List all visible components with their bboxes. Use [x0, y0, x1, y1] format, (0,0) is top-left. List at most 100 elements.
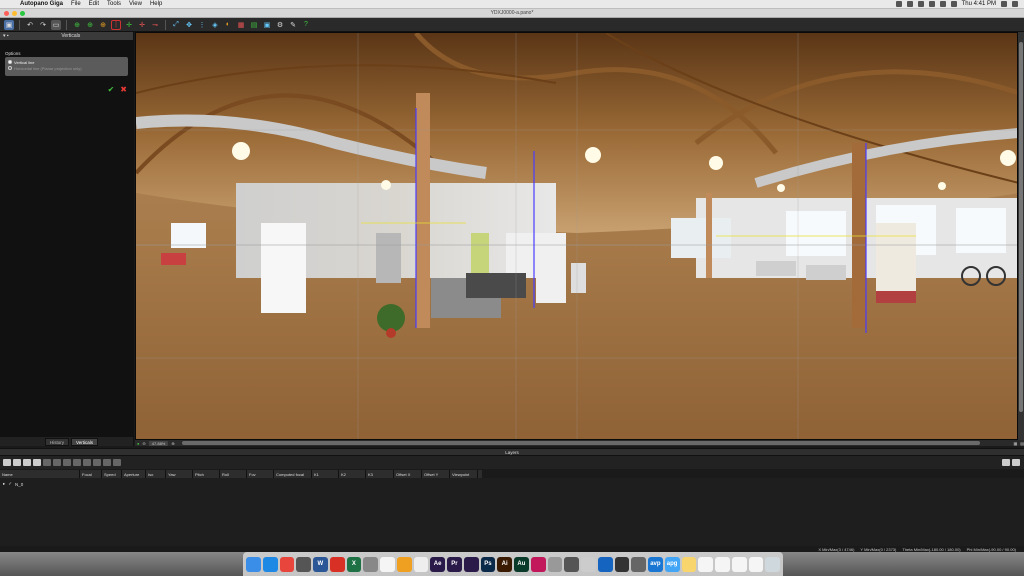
layer-tool-icon[interactable] — [63, 459, 71, 466]
file2-icon[interactable] — [715, 556, 730, 572]
layer-tool-icon[interactable] — [53, 459, 61, 466]
wifi-icon[interactable] — [928, 1, 935, 7]
col-yaw[interactable]: Yaw — [166, 470, 193, 478]
redo-icon[interactable]: ↷ — [38, 20, 48, 30]
status-icon[interactable] — [906, 1, 913, 7]
tab-history[interactable]: History — [44, 438, 69, 446]
apg-icon[interactable]: apg — [664, 556, 680, 572]
document-icon[interactable] — [413, 556, 429, 572]
globe-icon[interactable] — [597, 556, 613, 572]
autopano-icon[interactable] — [396, 556, 412, 572]
layer-tool-icon[interactable] — [13, 459, 21, 466]
settings-icon[interactable] — [363, 556, 378, 572]
excel-icon[interactable]: X — [346, 556, 362, 572]
col-computed-focal[interactable]: Computed focal — [274, 470, 312, 478]
crosshair-icon[interactable]: ⊕ — [72, 20, 82, 30]
table-row[interactable]: ▸ ✓ N_0 — [0, 480, 200, 488]
audition-icon[interactable]: Au — [514, 556, 529, 572]
menu-edit[interactable]: Edit — [89, 1, 99, 7]
layer-tool-icon[interactable] — [103, 459, 111, 466]
layer-view-icon[interactable] — [1012, 459, 1020, 466]
file-icon[interactable] — [698, 556, 713, 572]
davinci-icon[interactable] — [530, 556, 546, 572]
radio-icon[interactable] — [8, 66, 12, 70]
col-k3[interactable]: K3 — [366, 470, 394, 478]
control-points-icon[interactable]: ⊕ — [98, 20, 108, 30]
volume-icon[interactable] — [939, 1, 946, 7]
menu-view[interactable]: View — [129, 1, 142, 7]
col-name[interactable]: Name — [0, 470, 80, 478]
viewer-icon[interactable] — [564, 556, 579, 572]
layer-tool-icon[interactable] — [113, 459, 121, 466]
zoom-field[interactable]: 47.88% — [148, 440, 169, 446]
avp-icon[interactable]: avp — [648, 556, 663, 572]
list-view-icon[interactable]: ▤ — [1020, 441, 1024, 446]
aftereffects-icon[interactable]: Ae — [430, 556, 445, 572]
grid-view-icon[interactable]: ▦ — [1013, 441, 1017, 446]
checkmark-icon[interactable]: ✔ — [108, 85, 115, 94]
camera-icon[interactable] — [614, 556, 630, 572]
preview-icon[interactable]: ▣ — [262, 20, 272, 30]
layer-view-icon[interactable] — [1002, 459, 1010, 466]
layer-tool-icon[interactable] — [93, 459, 101, 466]
premiere-icon[interactable]: Pr — [447, 556, 462, 572]
layer-tool-icon[interactable] — [33, 459, 41, 466]
pdf-icon[interactable] — [329, 556, 345, 572]
col-offset-y[interactable]: Offset Y — [422, 470, 450, 478]
photoshop-icon[interactable]: Ps — [480, 556, 496, 572]
verticals-tool-icon[interactable]: | — [111, 19, 121, 30]
battery-icon[interactable] — [950, 1, 957, 7]
layer-tool-icon[interactable] — [83, 459, 91, 466]
viewport-horizontal-scrollbar[interactable] — [181, 441, 981, 445]
col-k2[interactable]: K2 — [339, 470, 366, 478]
chrome-icon[interactable] — [279, 556, 295, 572]
straighten-icon[interactable]: ✛ — [124, 20, 134, 30]
horizon-icon[interactable]: ⊕ — [85, 20, 95, 30]
col-k1[interactable]: K1 — [312, 470, 339, 478]
col-aperture[interactable]: Aperture — [122, 470, 146, 478]
trash-icon[interactable] — [765, 556, 780, 572]
status-icon[interactable] — [895, 1, 902, 7]
file4-icon[interactable] — [748, 556, 764, 572]
zoom-in-icon[interactable]: ⊕ — [171, 441, 174, 446]
cancel-icon[interactable]: ✖ — [120, 85, 127, 94]
grid-icon[interactable]: ⋮ — [197, 20, 207, 30]
fit-icon[interactable]: ⤢ — [171, 20, 181, 30]
check-icon[interactable]: ✓ — [8, 481, 12, 487]
panorama-image[interactable] — [136, 33, 1018, 440]
files-icon[interactable] — [581, 556, 596, 572]
col-offset-x[interactable]: Offset X — [394, 470, 422, 478]
col-roll[interactable]: Roll — [220, 470, 247, 478]
col-focal[interactable]: Focal — [80, 470, 102, 478]
col-viewpoint[interactable]: Viewpoint — [450, 470, 478, 478]
printer-icon[interactable] — [547, 556, 563, 572]
layer-tool-icon[interactable] — [3, 459, 11, 466]
file3-icon[interactable] — [731, 556, 747, 572]
undo-icon[interactable]: ↶ — [25, 20, 35, 30]
horizontal-line-option[interactable]: Horizontal line (Planar projection only) — [8, 65, 125, 71]
move-icon[interactable]: ✥ — [184, 20, 194, 30]
layer-tool-icon[interactable] — [23, 459, 31, 466]
col-pitch[interactable]: Pitch — [193, 470, 220, 478]
disk-icon[interactable] — [296, 556, 311, 572]
home-icon[interactable]: ▣ — [4, 19, 14, 30]
col-iso[interactable]: Iso — [146, 470, 166, 478]
menu-list-icon[interactable] — [1012, 1, 1018, 7]
folder-icon[interactable] — [681, 556, 697, 572]
search-icon[interactable] — [1001, 1, 1007, 7]
expand-icon[interactable]: ▸ — [3, 481, 5, 487]
appstore-icon[interactable] — [262, 556, 278, 572]
help-icon[interactable]: ? — [301, 20, 311, 30]
col-fov[interactable]: Fov — [247, 470, 274, 478]
word-icon[interactable]: W — [313, 556, 328, 572]
finder-icon[interactable] — [246, 556, 261, 572]
color-icon[interactable]: ◐ — [223, 20, 233, 30]
status-icon[interactable] — [917, 1, 924, 7]
monitor-icon[interactable] — [631, 556, 646, 572]
notes-icon[interactable] — [380, 556, 395, 572]
layer-tool-icon[interactable] — [73, 459, 81, 466]
tab-verticals[interactable]: Verticals — [70, 438, 98, 446]
render-icon[interactable]: ▭ — [51, 19, 61, 30]
zoom-icon[interactable]: ⊖ — [142, 441, 145, 446]
menu-tools[interactable]: Tools — [107, 1, 121, 7]
